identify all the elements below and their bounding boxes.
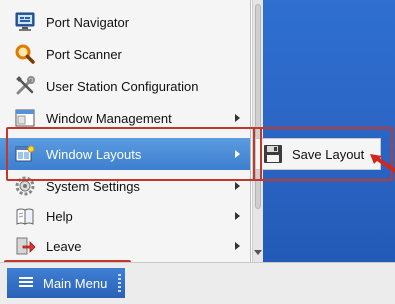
submenu-arrow-icon	[235, 114, 240, 122]
scroll-down-arrow-icon[interactable]	[254, 250, 262, 255]
hamburger-icon	[19, 276, 33, 291]
menu-item-port-navigator[interactable]: Port Navigator	[0, 6, 250, 38]
menu-item-label: Help	[46, 208, 73, 224]
menu-item-label: Port Navigator	[46, 14, 130, 30]
annotation-arrow-icon	[370, 154, 395, 174]
monitor-icon	[14, 11, 36, 33]
main-menu-label: Main Menu	[43, 275, 108, 291]
menu-item-help[interactable]: Help	[0, 200, 250, 232]
menu-item-user-station-configuration[interactable]: User Station Configuration	[0, 70, 250, 102]
submenu-arrow-icon	[235, 212, 240, 220]
menu-item-leave[interactable]: Leave	[0, 230, 250, 262]
menu-item-label: User Station Configuration	[46, 78, 199, 94]
menu-item-port-scanner[interactable]: Port Scanner	[0, 38, 250, 70]
menu-item-label: Window Management	[46, 110, 172, 126]
window-icon	[14, 107, 36, 129]
book-icon	[14, 205, 36, 227]
magnifier-icon	[14, 43, 36, 65]
menu-item-label: Leave	[46, 238, 82, 254]
submenu-arrow-icon	[235, 182, 240, 190]
submenu-arrow-icon	[235, 242, 240, 250]
menu-item-label: Port Scanner	[46, 46, 122, 62]
tools-icon	[14, 75, 36, 97]
button-grip-icon	[118, 274, 121, 292]
exit-icon	[14, 235, 36, 257]
main-menu-button[interactable]: Main Menu	[7, 268, 125, 298]
highlight-frame-window-layouts	[6, 127, 262, 181]
taskbar: Main Menu	[0, 262, 395, 304]
